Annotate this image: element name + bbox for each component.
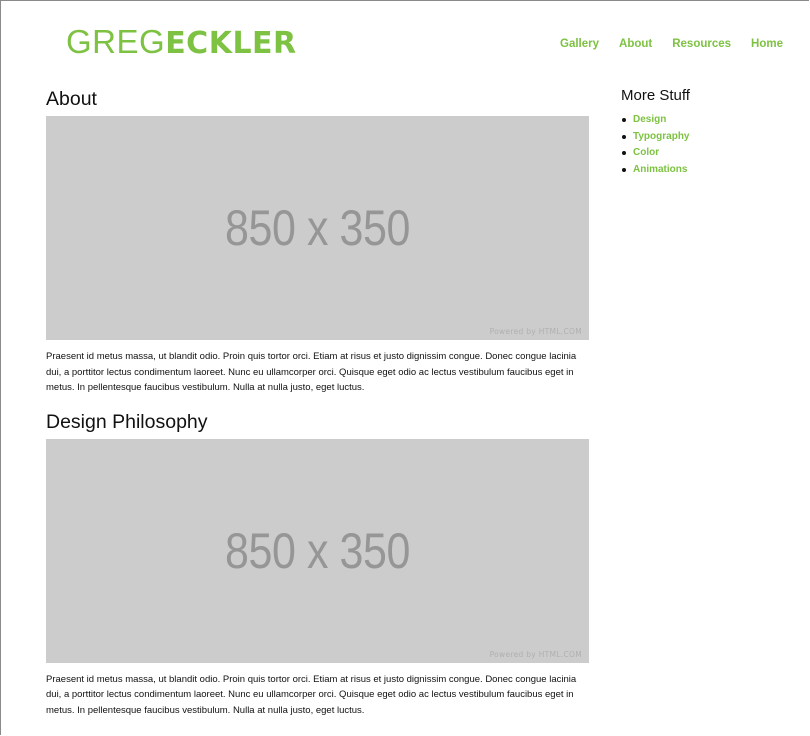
site-logo[interactable]: GREGECKLER bbox=[66, 24, 297, 62]
logo-text-bold: ECKLER bbox=[165, 26, 297, 61]
sidebar-links: Design Typography Color Animations bbox=[621, 112, 791, 178]
placeholder-image: 850 x 350 Powered by HTML.COM bbox=[46, 438, 589, 663]
placeholder-credit: Powered by HTML.COM bbox=[489, 649, 582, 659]
sidebar-item-color: Color bbox=[622, 145, 791, 162]
sidebar: More Stuff Design Typography Color Anima… bbox=[621, 86, 791, 178]
about-section: About 850 x 350 Powered by HTML.COM Prae… bbox=[46, 86, 589, 396]
nav-link-home[interactable]: Home bbox=[751, 38, 783, 50]
sidebar-item-animations: Animations bbox=[622, 162, 791, 179]
bullet-icon bbox=[622, 151, 626, 155]
placeholder-image: 850 x 350 Powered by HTML.COM bbox=[46, 116, 589, 340]
section-paragraph: Praesent id metus massa, ut blandit odio… bbox=[46, 351, 577, 393]
sidebar-title: More Stuff bbox=[621, 87, 690, 104]
placeholder-credit: Powered by HTML.COM bbox=[489, 327, 582, 336]
section-title-about: About bbox=[46, 88, 97, 110]
nav-link-about[interactable]: About bbox=[619, 38, 652, 50]
logo-text-light: GREG bbox=[66, 23, 166, 60]
main-nav: Gallery About Resources Home bbox=[560, 38, 783, 50]
placeholder-dimensions-label: 850 x 350 bbox=[224, 522, 411, 579]
nav-link-gallery[interactable]: Gallery bbox=[560, 38, 599, 50]
nav-link-resources[interactable]: Resources bbox=[672, 38, 731, 50]
sidebar-item-design: Design bbox=[622, 112, 791, 129]
sidebar-link-color[interactable]: Color bbox=[633, 147, 659, 158]
sidebar-item-typography: Typography bbox=[622, 129, 791, 146]
placeholder-dimensions-label: 850 x 350 bbox=[224, 200, 411, 256]
design-philosophy-section: Design Philosophy 850 x 350 Powered by H… bbox=[46, 409, 589, 719]
section-paragraph: Praesent id metus massa, ut blandit odio… bbox=[46, 673, 577, 716]
section-title-design-philosophy: Design Philosophy bbox=[46, 410, 208, 433]
sidebar-link-design[interactable]: Design bbox=[633, 114, 666, 125]
sidebar-link-animations[interactable]: Animations bbox=[633, 164, 687, 175]
bullet-icon bbox=[622, 167, 626, 172]
bullet-icon bbox=[622, 134, 626, 139]
main-content: About 850 x 350 Powered by HTML.COM Prae… bbox=[46, 86, 589, 718]
bullet-icon bbox=[622, 118, 626, 122]
sidebar-link-typography[interactable]: Typography bbox=[633, 131, 689, 142]
